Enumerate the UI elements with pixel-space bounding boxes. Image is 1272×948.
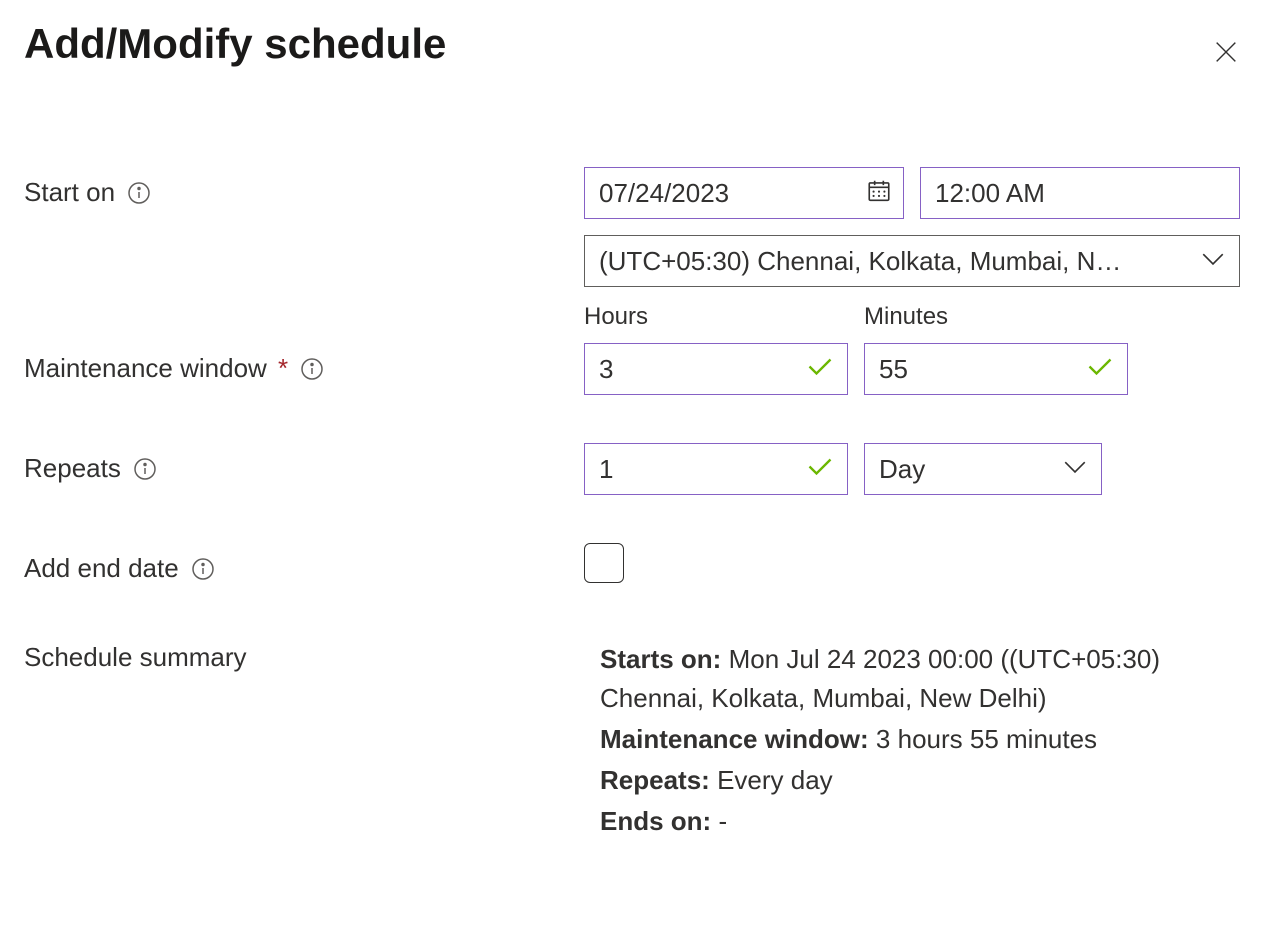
info-icon[interactable] (133, 457, 157, 481)
schedule-summary-content: Starts on: Mon Jul 24 2023 00:00 ((UTC+0… (584, 632, 1224, 843)
info-icon[interactable] (300, 357, 324, 381)
summary-mw-label: Maintenance window: (600, 724, 869, 754)
timezone-value: (UTC+05:30) Chennai, Kolkata, Mumbai, N… (584, 235, 1240, 287)
info-icon[interactable] (127, 181, 151, 205)
hours-label: Hours (584, 303, 848, 331)
summary-repeats-value: Every day (717, 765, 833, 795)
repeat-unit-select[interactable]: Day (864, 443, 1102, 495)
schedule-summary-label: Schedule summary (24, 642, 247, 673)
timezone-select[interactable]: (UTC+05:30) Chennai, Kolkata, Mumbai, N… (584, 235, 1240, 287)
close-icon (1212, 54, 1240, 69)
repeats-label: Repeats (24, 453, 121, 484)
required-indicator: * (278, 353, 288, 383)
start-on-label: Start on (24, 177, 115, 208)
start-date-input[interactable] (584, 167, 904, 219)
close-button[interactable] (1204, 30, 1248, 77)
start-time-input[interactable] (920, 167, 1240, 219)
minutes-input[interactable] (864, 343, 1128, 395)
summary-starts-on-label: Starts on: (600, 644, 721, 674)
info-icon[interactable] (191, 557, 215, 581)
minutes-label: Minutes (864, 303, 1128, 331)
summary-repeats-label: Repeats: (600, 765, 710, 795)
summary-ends-on-value: - (718, 806, 727, 836)
maintenance-window-label: Maintenance window (24, 353, 267, 383)
summary-ends-on-label: Ends on: (600, 806, 711, 836)
repeat-unit-value: Day (864, 443, 1102, 495)
summary-mw-value: 3 hours 55 minutes (876, 724, 1097, 754)
repeat-count-input[interactable] (584, 443, 848, 495)
add-end-date-label: Add end date (24, 553, 179, 584)
hours-input[interactable] (584, 343, 848, 395)
add-end-date-checkbox[interactable] (584, 543, 624, 583)
page-title: Add/Modify schedule (24, 20, 446, 68)
